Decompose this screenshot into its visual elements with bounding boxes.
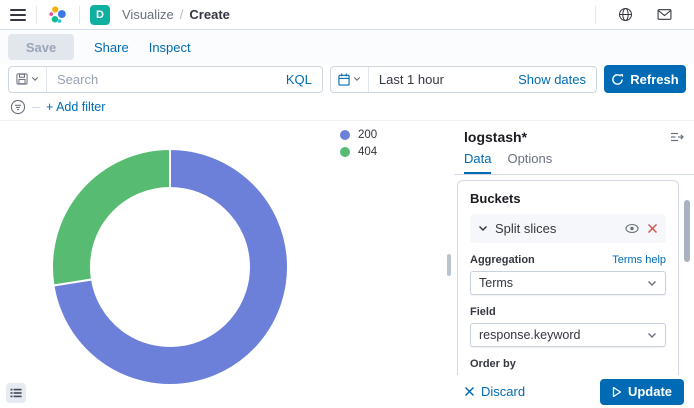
space-badge[interactable]: D [90, 5, 110, 25]
share-button[interactable]: Share [94, 40, 129, 55]
search-input-group: KQL [8, 66, 323, 93]
buckets-section-title: Buckets [470, 191, 666, 206]
breadcrumb-separator: / [180, 7, 184, 22]
index-pattern-title: logstash* [464, 129, 527, 145]
calendar-icon [338, 73, 350, 86]
chart-legend: 200404 [340, 129, 377, 158]
chevron-down-icon [353, 76, 361, 82]
tab-data[interactable]: Data [464, 151, 491, 174]
legend-color-dot [340, 130, 350, 140]
donut-slice-404[interactable] [52, 149, 170, 285]
field-field-group: Field response.keyword [470, 306, 666, 347]
visualize-toolbar: Save Share Inspect [0, 30, 694, 64]
app-header: D Visualize / Create [0, 0, 694, 30]
legend-item-404[interactable]: 404 [340, 146, 377, 158]
donut-chart[interactable] [20, 121, 320, 408]
split-slices-row[interactable]: Split slices [470, 214, 666, 243]
order-by-field-group: Order by Metric: Count [470, 358, 666, 375]
date-picker-menu-button[interactable] [331, 67, 369, 92]
saved-query-disk-icon [16, 73, 28, 85]
help-globe-icon[interactable] [606, 7, 645, 22]
visualization-editor-panel: logstash* Data Options Buckets Split sli… [454, 121, 694, 408]
remove-bucket-icon[interactable] [647, 223, 658, 234]
buckets-form: Buckets Split slices [457, 180, 679, 375]
tab-options[interactable]: Options [507, 151, 552, 174]
chevron-down-icon [31, 76, 39, 82]
legend-toggle-button[interactable] [6, 383, 26, 403]
save-button[interactable]: Save [8, 34, 74, 60]
chevron-down-icon [478, 225, 488, 232]
filter-bar: + Add filter [0, 94, 694, 121]
search-input[interactable] [47, 67, 276, 92]
divider [32, 107, 40, 108]
refresh-button[interactable]: Refresh [604, 65, 686, 93]
close-icon [464, 386, 475, 397]
visualization-chart-area: 200404 [0, 121, 444, 408]
divider [79, 6, 80, 24]
time-range-value[interactable]: Last 1 hour [369, 72, 508, 87]
newsfeed-mail-icon[interactable] [645, 8, 684, 21]
aggregation-label: Aggregation [470, 254, 535, 266]
editor-panel-header: logstash* Data Options [454, 121, 694, 175]
legend-color-dot [340, 147, 350, 157]
inspect-button[interactable]: Inspect [149, 40, 191, 55]
divider [36, 6, 37, 24]
order-by-label: Order by [470, 358, 516, 370]
chevron-down-icon [647, 280, 657, 287]
divider [595, 6, 596, 24]
breadcrumb-current: Create [189, 7, 229, 22]
saved-query-menu-button[interactable] [9, 67, 47, 92]
collapse-panel-icon[interactable] [670, 130, 684, 144]
field-label: Field [470, 306, 496, 318]
add-filter-button[interactable]: + Add filter [46, 100, 105, 114]
panel-scrollbar-thumb[interactable] [684, 200, 690, 262]
legend-label: 200 [358, 129, 377, 141]
breadcrumb: Visualize / Create [122, 7, 230, 22]
field-select[interactable]: response.keyword [470, 323, 666, 347]
menu-hamburger-icon[interactable] [10, 9, 26, 21]
show-dates-button[interactable]: Show dates [508, 72, 596, 87]
filter-icon[interactable] [10, 99, 26, 115]
aggregation-select[interactable]: Terms [470, 271, 666, 295]
elastic-logo-icon[interactable] [47, 4, 69, 26]
play-icon [612, 386, 622, 398]
chevron-down-icon [647, 332, 657, 339]
list-icon [10, 387, 22, 399]
date-picker-group: Last 1 hour Show dates [330, 66, 597, 93]
eye-toggle-icon[interactable] [625, 223, 639, 234]
discard-button[interactable]: Discard [464, 384, 525, 399]
update-button[interactable]: Update [600, 379, 684, 405]
aggregation-field-group: Aggregation Terms help Terms [470, 254, 666, 295]
query-bar: KQL Last 1 hour Show dates Refresh [0, 64, 694, 94]
legend-label: 404 [358, 146, 377, 158]
query-language-button[interactable]: KQL [276, 72, 322, 87]
panel-resizer-grip[interactable] [447, 254, 451, 276]
terms-help-link[interactable]: Terms help [612, 254, 666, 266]
split-slices-label: Split slices [495, 221, 618, 236]
legend-item-200[interactable]: 200 [340, 129, 377, 141]
editor-actions-bar: Discard Update [454, 375, 694, 408]
refresh-icon [611, 73, 624, 86]
main-content: 200404 logstash* Data Options [0, 121, 694, 408]
panel-resizer [444, 121, 454, 408]
breadcrumb-section[interactable]: Visualize [122, 7, 174, 22]
